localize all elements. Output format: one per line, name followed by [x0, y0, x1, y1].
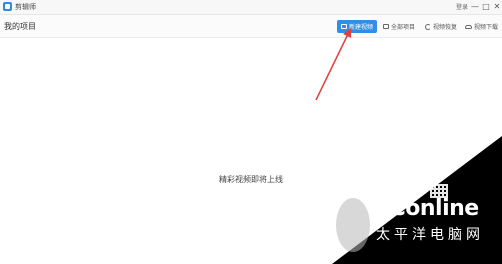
watermark-brand: PConline [374, 196, 479, 221]
watermark-subtitle: 太平洋电脑网 [376, 227, 484, 243]
watermark-logo-icon [336, 198, 370, 252]
